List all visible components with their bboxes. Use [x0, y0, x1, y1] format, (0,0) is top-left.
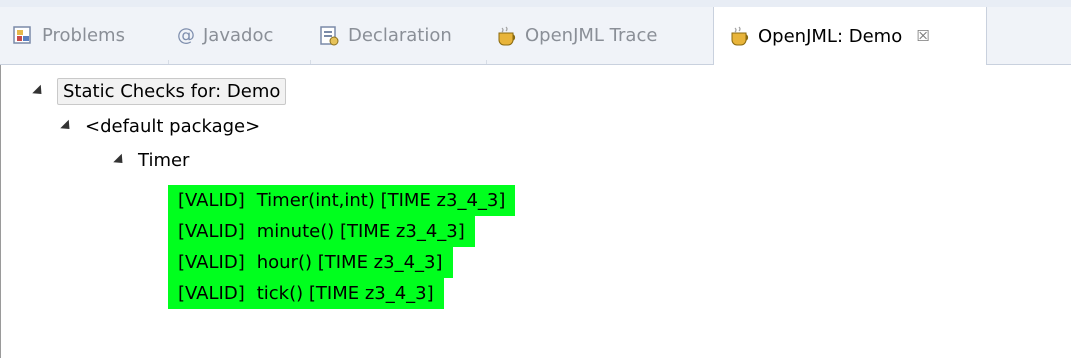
tree-node-root[interactable]: Static Checks for: Demo [32, 76, 287, 106]
result-text: hour() [TIME z3_4_3] [256, 251, 443, 273]
tab-label: Declaration [348, 25, 452, 46]
class-label: Timer [138, 149, 190, 171]
valid-result-highlight: [VALID] tick() [TIME z3_4_3] [168, 277, 444, 309]
tree-node-result[interactable]: [VALID] hour() [TIME z3_4_3] [168, 246, 453, 278]
tab-label: OpenJML Trace [525, 25, 658, 46]
view-tab-bar: Problems @ Javadoc Declaration OpenJML T [0, 7, 1071, 65]
tab-separator [310, 60, 311, 64]
root-node-label: Static Checks for: Demo [57, 77, 287, 105]
valid-result-highlight: [VALID] Timer(int,int) [TIME z3_4_3] [168, 184, 516, 216]
valid-result-highlight: [VALID] minute() [TIME z3_4_3] [168, 215, 475, 247]
tab-separator [168, 60, 169, 64]
result-text: tick() [TIME z3_4_3] [256, 282, 434, 304]
top-strip [0, 0, 1071, 7]
declaration-icon [318, 25, 340, 47]
expand-toggle-icon[interactable] [32, 84, 46, 98]
package-label: <default package> [85, 115, 261, 137]
tab-openjml-demo[interactable]: OpenJML: Demo ☒ [713, 7, 987, 65]
tab-label: Javadoc [203, 25, 274, 46]
close-icon[interactable]: ☒ [916, 27, 929, 45]
tab-label: OpenJML: Demo [758, 25, 903, 47]
problems-icon [12, 25, 34, 47]
at-icon: @ [177, 25, 195, 46]
result-status: [VALID] [178, 189, 245, 211]
tree-node-result[interactable]: [VALID] Timer(int,int) [TIME z3_4_3] [168, 184, 516, 216]
expand-toggle-icon[interactable] [113, 153, 127, 167]
tab-separator [486, 60, 487, 64]
tree-node-class[interactable]: Timer [113, 145, 190, 175]
tab-openjml-trace[interactable]: OpenJML Trace [495, 7, 657, 64]
static-checks-tree: Static Checks for: Demo <default package… [0, 65, 1071, 358]
openjml-icon [728, 25, 750, 47]
result-status: [VALID] [178, 282, 245, 304]
tab-javadoc[interactable]: @ Javadoc [177, 7, 273, 64]
valid-result-highlight: [VALID] hour() [TIME z3_4_3] [168, 246, 453, 278]
tab-declaration[interactable]: Declaration [318, 7, 452, 64]
result-text: minute() [TIME z3_4_3] [256, 220, 465, 242]
tab-problems[interactable]: Problems [12, 7, 125, 64]
tree-node-result[interactable]: [VALID] minute() [TIME z3_4_3] [168, 215, 475, 247]
result-status: [VALID] [178, 220, 245, 242]
openjml-icon [495, 25, 517, 47]
expand-toggle-icon[interactable] [60, 119, 74, 133]
result-text: Timer(int,int) [TIME z3_4_3] [256, 189, 506, 211]
result-status: [VALID] [178, 251, 245, 273]
tab-label: Problems [42, 25, 125, 46]
tree-node-package[interactable]: <default package> [60, 111, 261, 141]
tree-node-result[interactable]: [VALID] tick() [TIME z3_4_3] [168, 277, 444, 309]
